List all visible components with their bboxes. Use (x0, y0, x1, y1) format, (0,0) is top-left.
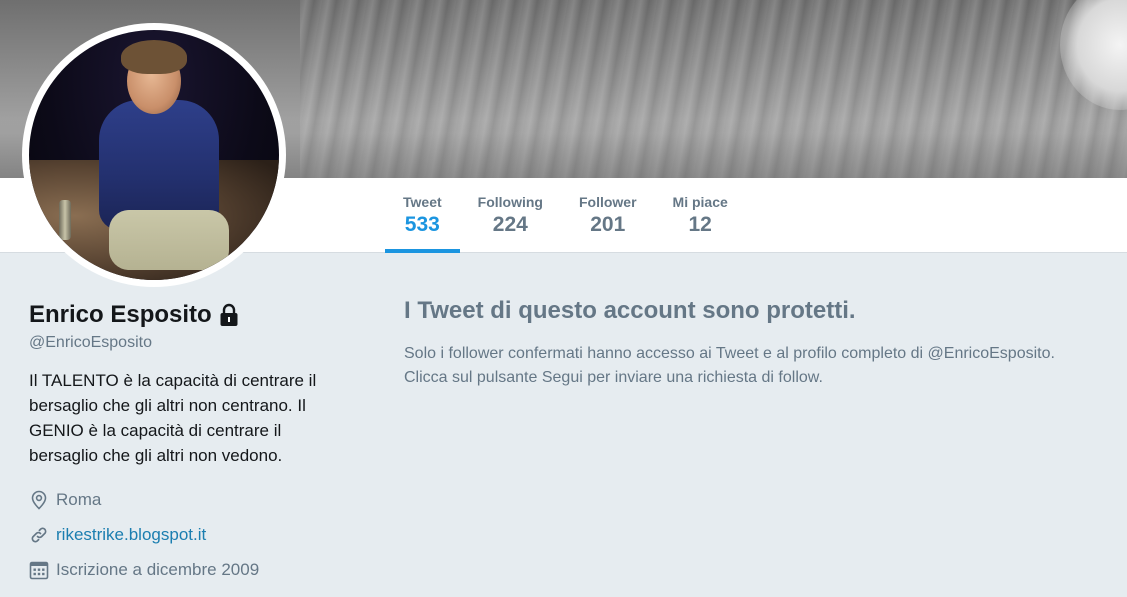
stat-value: 224 (492, 213, 528, 236)
stat-label: Following (477, 194, 543, 210)
profile-website: rikestrike.blogspot.it (29, 517, 339, 552)
link-icon (29, 525, 49, 545)
avatar-image (29, 30, 279, 280)
location-text: Roma (56, 489, 102, 509)
profile-bio: Il TALENTO è la capacità di centrare il … (29, 371, 317, 465)
profile-name-row: Enrico Esposito (29, 298, 339, 332)
stat-value: 533 (404, 213, 440, 236)
location-pin-icon (29, 490, 49, 510)
stat-value: 201 (590, 213, 626, 236)
protected-text-line1: Solo i follower confermati hanno accesso… (404, 345, 1055, 362)
profile-name[interactable]: Enrico Esposito (29, 301, 212, 329)
stat-label: Tweet (403, 194, 442, 210)
avatar-person-legs (109, 210, 229, 270)
joined-text: Iscrizione a dicembre 2009 (56, 559, 260, 579)
protected-text-line2: Clicca sul pulsante Segui per inviare un… (404, 369, 823, 386)
profile-joined: Iscrizione a dicembre 2009 (29, 552, 339, 587)
profile-location: Roma (29, 482, 339, 517)
stat-label: Mi piace (672, 194, 728, 210)
stat-label: Follower (578, 194, 637, 210)
profile-meta: Roma rikestrike.blogspot.it Iscrizione a… (29, 482, 339, 587)
protected-text: Solo i follower confermati hanno accesso… (404, 342, 1114, 390)
protected-notice: I Tweet di questo account sono protetti.… (404, 296, 1114, 390)
stat-follower[interactable]: Follower 201 (561, 178, 655, 253)
website-link[interactable]: rikestrike.blogspot.it (56, 525, 206, 545)
avatar-bottle (59, 200, 71, 240)
stat-following[interactable]: Following 224 (460, 178, 561, 253)
avatar-person-hair (121, 40, 187, 74)
avatar[interactable] (22, 23, 286, 287)
stat-value: 12 (688, 213, 712, 236)
stat-tweet[interactable]: Tweet 533 (385, 178, 460, 253)
profile-sidebar: Enrico Esposito @EnricoEsposito Il TALEN… (29, 298, 339, 587)
protected-title: I Tweet di questo account sono protetti. (404, 297, 856, 324)
calendar-icon (29, 560, 49, 580)
stat-likes[interactable]: Mi piace 12 (655, 178, 746, 253)
profile-handle[interactable]: @EnricoEsposito (29, 334, 339, 352)
profile-stats: Tweet 533 Following 224 Follower 201 Mi … (385, 178, 746, 253)
lock-icon (219, 303, 239, 327)
